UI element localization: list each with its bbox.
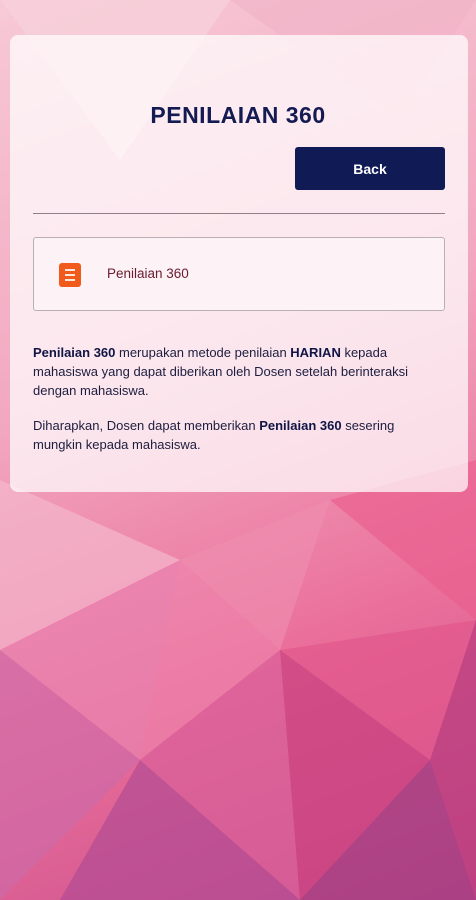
menu-item-penilaian-360[interactable]: Penilaian 360	[33, 237, 445, 311]
bold-text: Penilaian 360	[33, 345, 116, 360]
description-paragraph-1: Penilaian 360 merupakan metode penilaian…	[33, 345, 409, 398]
divider	[33, 213, 445, 214]
document-icon	[59, 263, 81, 287]
bold-text: HARIAN	[290, 345, 341, 360]
menu-item-label: Penilaian 360	[107, 266, 189, 281]
bold-text: Penilaian 360	[259, 418, 342, 433]
back-button[interactable]: Back	[295, 147, 445, 190]
page-title: PENILAIAN 360	[150, 102, 326, 128]
description-paragraph-2: Diharapkan, Dosen dapat memberikan Penil…	[33, 418, 395, 452]
